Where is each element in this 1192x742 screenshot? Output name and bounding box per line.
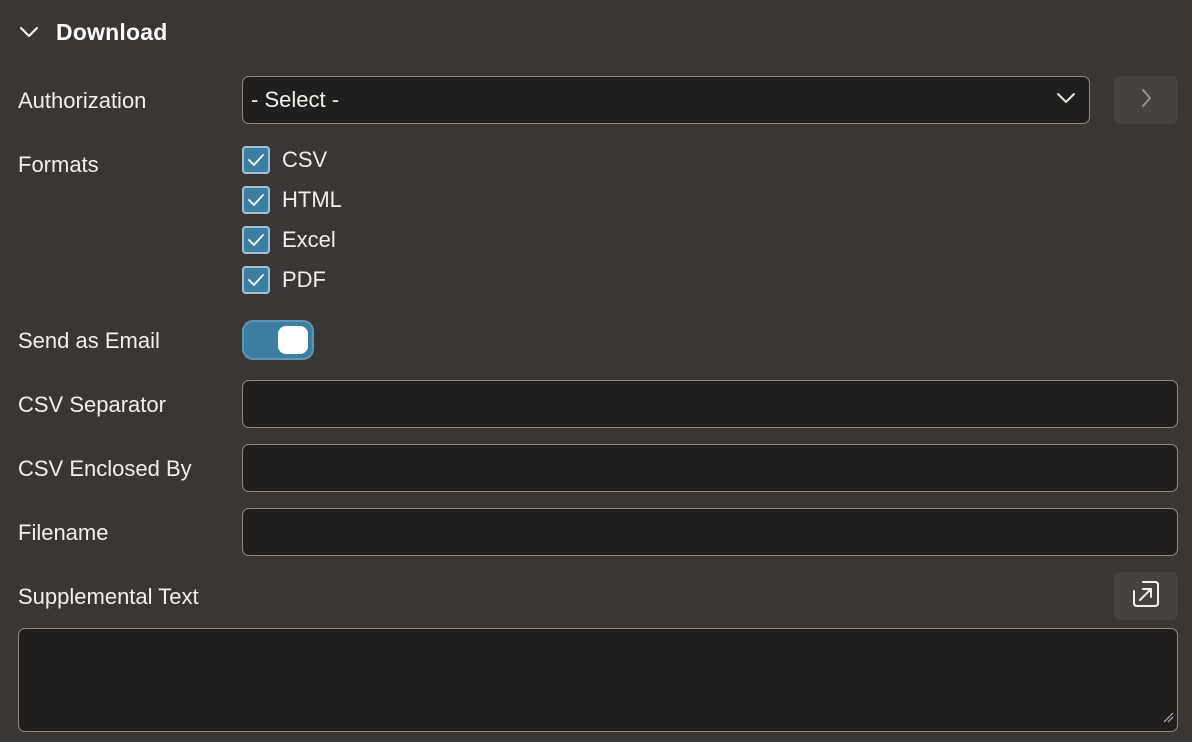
authorization-select-value: - Select - bbox=[251, 87, 340, 112]
send-as-email-label: Send as Email bbox=[18, 328, 160, 353]
csv-enclosed-by-label: CSV Enclosed By bbox=[18, 456, 192, 481]
supplemental-text-label: Supplemental Text bbox=[18, 584, 199, 609]
supplemental-text-textarea[interactable] bbox=[18, 628, 1178, 732]
authorization-lov-button[interactable] bbox=[1114, 76, 1178, 124]
authorization-select[interactable]: - Select - bbox=[242, 76, 1090, 124]
format-checkbox-pdf[interactable]: PDF bbox=[242, 266, 326, 294]
csv-enclosed-by-input[interactable] bbox=[242, 444, 1178, 492]
filename-label: Filename bbox=[18, 520, 109, 545]
checkbox-label: Excel bbox=[282, 227, 336, 252]
expand-arrow-icon bbox=[1131, 579, 1161, 614]
send-as-email-toggle[interactable] bbox=[242, 320, 314, 360]
csv-separator-label: CSV Separator bbox=[18, 392, 166, 417]
formats-label: Formats bbox=[18, 152, 99, 177]
format-checkbox-excel[interactable]: Excel bbox=[242, 226, 336, 254]
section-title: Download bbox=[56, 18, 168, 45]
csv-separator-input[interactable] bbox=[242, 380, 1178, 428]
checkmark-icon bbox=[248, 234, 264, 246]
checkbox[interactable] bbox=[242, 146, 270, 174]
checkmark-icon bbox=[248, 154, 264, 166]
checkbox-label: PDF bbox=[282, 267, 326, 292]
checkbox[interactable] bbox=[242, 186, 270, 214]
chevron-down-icon bbox=[18, 25, 40, 39]
format-checkbox-csv[interactable]: CSV bbox=[242, 146, 327, 174]
expand-editor-button[interactable] bbox=[1114, 572, 1178, 620]
chevron-right-icon bbox=[1139, 87, 1153, 114]
format-checkbox-html[interactable]: HTML bbox=[242, 186, 342, 214]
checkbox[interactable] bbox=[242, 226, 270, 254]
filename-input[interactable] bbox=[242, 508, 1178, 556]
checkmark-icon bbox=[248, 274, 264, 286]
checkbox-label: CSV bbox=[282, 147, 328, 172]
checkbox[interactable] bbox=[242, 266, 270, 294]
resize-grip-icon[interactable] bbox=[1162, 710, 1174, 728]
section-toggle[interactable]: Download bbox=[18, 14, 167, 50]
toggle-knob bbox=[278, 326, 308, 354]
authorization-label: Authorization bbox=[18, 88, 147, 113]
checkmark-icon bbox=[248, 194, 264, 206]
checkbox-label: HTML bbox=[282, 187, 342, 212]
chevron-down-icon bbox=[1055, 91, 1077, 110]
download-panel: Download Authorization - Select - Format… bbox=[0, 0, 1192, 742]
